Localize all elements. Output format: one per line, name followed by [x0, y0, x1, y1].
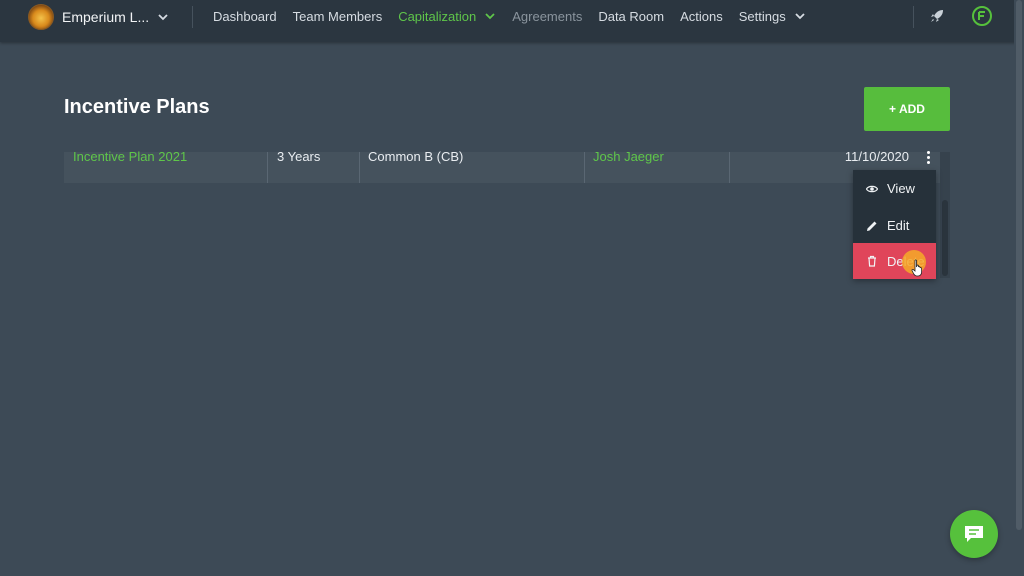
column-divider — [267, 152, 268, 183]
menu-item-label: Edit — [887, 218, 910, 233]
top-navigation-bar: Emperium L... Dashboard Team Members Cap… — [0, 0, 1024, 42]
window-scrollbar-thumb[interactable] — [1016, 0, 1022, 530]
table-cell: Josh Jaeger — [593, 150, 723, 183]
org-switcher[interactable]: Emperium L... — [28, 2, 169, 32]
nav-team-members[interactable]: Team Members — [293, 9, 383, 24]
table-cell: Common B (CB) — [368, 149, 578, 183]
table-scrollbar-thumb[interactable] — [942, 200, 948, 276]
plan-owner-link[interactable]: Josh Jaeger — [593, 150, 664, 163]
chevron-down-icon — [795, 13, 805, 20]
eye-icon — [866, 185, 878, 192]
add-plan-button[interactable]: + ADD — [864, 87, 950, 131]
nav-settings[interactable]: Settings — [739, 9, 806, 24]
nav-divider — [192, 6, 193, 28]
rocket-icon[interactable] — [929, 8, 945, 24]
chat-icon — [965, 526, 983, 542]
page-title: Incentive Plans — [64, 96, 210, 118]
menu-item-label: View — [887, 181, 915, 196]
nav-divider — [913, 6, 914, 28]
trash-icon — [868, 255, 876, 267]
pencil-icon — [867, 221, 877, 231]
plan-name-link[interactable]: Incentive Plan 2021 — [73, 150, 187, 163]
org-avatar — [28, 4, 54, 30]
plan-date: 11/10/2020 — [844, 149, 909, 164]
column-divider — [729, 152, 730, 183]
nav-dashboard[interactable]: Dashboard — [213, 9, 277, 24]
menu-item-view[interactable]: View — [853, 170, 936, 207]
nav-actions[interactable]: Actions — [680, 9, 723, 24]
chat-launcher-button[interactable] — [950, 510, 998, 558]
column-divider — [584, 152, 585, 183]
main-nav: Dashboard Team Members Capitalization Ag… — [213, 0, 822, 32]
org-name: Emperium L... — [62, 9, 150, 25]
menu-item-edit[interactable]: Edit — [853, 207, 936, 244]
incentive-plans-table: Incentive Plan 2021 3 Years Common B (CB… — [64, 149, 940, 183]
plan-term: 3 Years — [277, 149, 321, 164]
nav-data-room[interactable]: Data Room — [598, 9, 664, 24]
column-divider — [359, 152, 360, 183]
share-class: Common B (CB) — [368, 149, 464, 164]
nav-settings-label: Settings — [738, 8, 786, 24]
brand-mark-icon — [978, 11, 985, 20]
chevron-down-icon — [158, 14, 168, 21]
nav-capitalization[interactable]: Capitalization — [398, 9, 496, 24]
chevron-down-icon — [485, 13, 495, 20]
table-cell: 3 Years — [277, 149, 357, 183]
brand-logo-icon[interactable] — [972, 6, 992, 26]
row-actions-menu-icon[interactable] — [918, 148, 938, 166]
table-row[interactable]: Incentive Plan 2021 — [73, 150, 267, 183]
nav-capitalization-label: Capitalization — [398, 8, 477, 24]
nav-agreements[interactable]: Agreements — [512, 9, 582, 24]
hand-pointer-icon — [911, 259, 922, 277]
